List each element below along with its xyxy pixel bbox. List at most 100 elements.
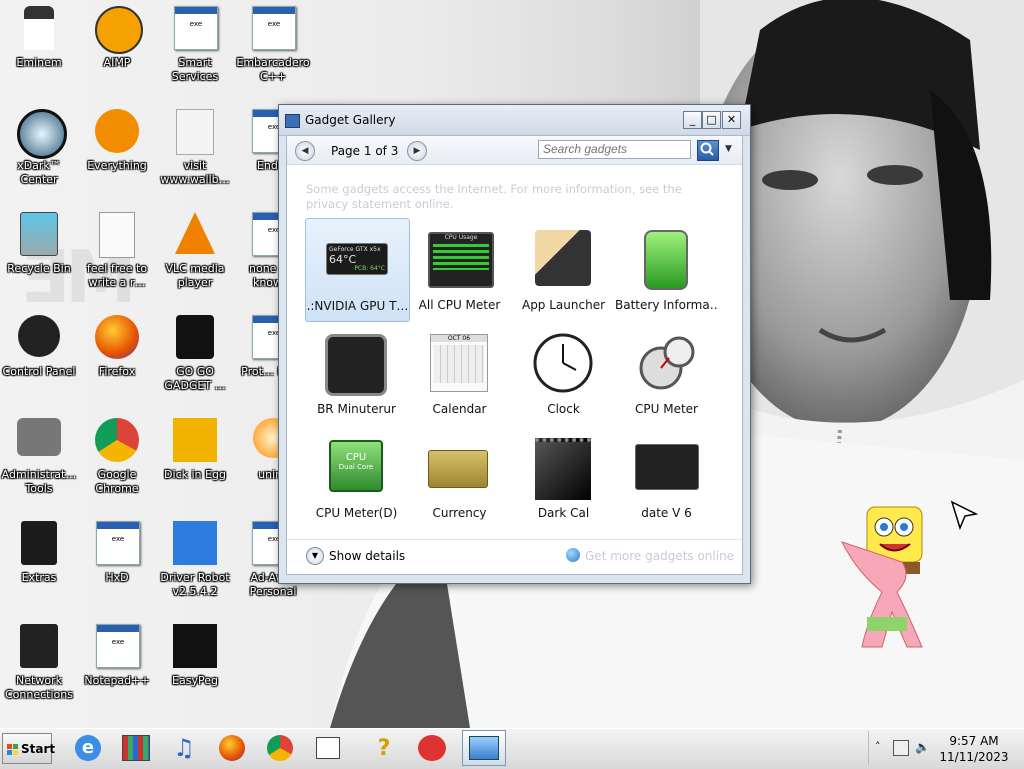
desktop-icon-label: visit www.wallb… [160, 159, 230, 186]
desktop-icon-smart-services[interactable]: exe Smart Services [156, 0, 234, 100]
desktop-icon-go-go-gadget[interactable]: GO GO GADGET … [156, 309, 234, 409]
search-options-dropdown[interactable]: ▼ [725, 144, 732, 154]
control-panel-icon [15, 315, 63, 363]
hxd-icon: exe [93, 521, 141, 569]
taskbar-button-internet-explorer[interactable]: e [66, 730, 110, 766]
previous-page-button[interactable]: ◀ [295, 141, 315, 161]
desktop-icon-recycle-bin[interactable]: Recycle Bin [0, 206, 78, 306]
easypeg-icon [171, 624, 219, 672]
show-details-chevron-icon[interactable]: ▼ [306, 547, 324, 565]
search-icon [700, 142, 714, 156]
spongebob-sticker [841, 506, 923, 648]
extras-icon [15, 521, 63, 569]
gadget-tile[interactable]: GeForce GTX x5x 64°C PCB: 64°C .:NVIDIA GPU… [305, 218, 410, 322]
taskbar-button-chrome[interactable] [258, 730, 302, 766]
gadget-label: Currency [432, 506, 487, 520]
minimize-button[interactable]: _ [683, 111, 702, 129]
gadget-tile[interactable]: Currency [408, 426, 511, 528]
desktop-icon-hxd[interactable]: exe HxD [78, 515, 156, 615]
search-gadgets-input[interactable] [538, 140, 691, 159]
desktop-icon-label: Extras [21, 571, 57, 584]
desktop-icon-embarcadero[interactable]: exe Embarcadero C++ [234, 0, 312, 100]
get-more-gadgets-link[interactable]: Get more gadgets online [585, 549, 734, 563]
desktop-icon-aimp[interactable]: AIMP [78, 0, 156, 100]
next-page-button[interactable]: ▶ [407, 141, 427, 161]
gadget-tile[interactable]: CPU Usage All CPU Meter [408, 218, 511, 320]
desktop-icon-vlc[interactable]: VLC media player [156, 206, 234, 306]
show-hidden-icons-icon[interactable]: ˄ [875, 740, 881, 753]
desktop-icon-control-panel[interactable]: Control Panel [0, 309, 78, 409]
calendar-icon: OCT 06 [428, 332, 490, 392]
gadget-label: CPU Meter(D) [315, 506, 398, 520]
taskbar-button-music-note[interactable]: ♫ [162, 730, 206, 766]
clock-icon [532, 332, 594, 393]
smart-services-icon: exe [171, 6, 219, 54]
clock-time[interactable]: 9:57 AM [943, 734, 1005, 748]
window-title-bar[interactable]: Gadget Gallery _ □ ✕ [279, 105, 750, 136]
desktop-icon-everything[interactable]: Everything [78, 103, 156, 203]
taskbar-button-folder[interactable] [306, 730, 350, 766]
gadget-tile[interactable]: date V 6 [615, 426, 718, 528]
gadget-label: App Launcher [521, 298, 606, 312]
desktop-icon-label: Embarcadero C++ [236, 56, 310, 83]
firefox-icon [93, 315, 141, 363]
taskbar-button-firefox[interactable] [210, 730, 254, 766]
date-widget-icon [635, 436, 699, 496]
clock-date[interactable]: 11/11/2023 [939, 750, 1009, 764]
taskbar: Start e ♫? ˄ 🔈 9:57 AM 11/11/2023 [0, 728, 1024, 769]
taskbar-button-game[interactable] [410, 730, 454, 766]
desktop-icon-xdark-center[interactable]: xDark™ Center [0, 103, 78, 203]
desktop-icon-google-chrome[interactable]: Google Chrome [78, 412, 156, 512]
network-tray-icon[interactable] [893, 740, 909, 756]
aimp-icon [93, 6, 143, 54]
recycle-bin-icon [15, 212, 63, 260]
desktop-icon-driver-robot[interactable]: Driver Robot v2.5.4.2 [156, 515, 234, 615]
gadget-tile[interactable]: Dark Cal [512, 426, 615, 528]
show-details-link[interactable]: Show details [329, 549, 405, 563]
gadget-tile[interactable]: App Launcher [512, 218, 615, 320]
vlc-icon [171, 212, 219, 260]
gadget-tile[interactable]: Clock [512, 322, 615, 424]
gallery-navigation-bar: ◀ Page 1 of 3 ▶ ▼ [287, 136, 742, 165]
internet-explorer-icon: e [75, 735, 101, 761]
gadget-tile[interactable]: Battery Informa… [615, 218, 718, 320]
desktop-icon-label: xDark™ Center [17, 159, 61, 186]
folder-icon [316, 737, 340, 759]
desktop-icon-dick-in-egg[interactable]: Dick in Egg [156, 412, 234, 512]
eminem-icon [15, 6, 63, 54]
taskbar-button-help[interactable]: ? [362, 730, 406, 766]
desktop-icon-extras[interactable]: Extras [0, 515, 78, 615]
desktop-icon-eminem[interactable]: Eminem [0, 0, 78, 100]
desktop-icon-text-file[interactable]: feel free to write a r… [78, 206, 156, 306]
gadget-label: .:NVIDIA GPU T… [306, 299, 409, 313]
firefox-icon [219, 735, 245, 761]
desktop-icon-visit-wallpaper[interactable]: visit www.wallb… [156, 103, 234, 203]
gadget-gallery-taskbar-icon [469, 736, 499, 760]
taskbar-button-archive[interactable] [114, 730, 158, 766]
taskbar-button-gadget-gallery-taskbar[interactable] [462, 730, 506, 766]
search-button[interactable] [697, 140, 719, 161]
gadget-label: Calendar [432, 402, 487, 416]
desktop-icon-label: Google Chrome [95, 468, 139, 495]
dick-in-egg-icon [171, 418, 219, 466]
gadget-tile[interactable]: BR Minuterur [305, 322, 408, 424]
close-button[interactable]: ✕ [722, 111, 741, 129]
start-button[interactable]: Start [2, 733, 56, 764]
desktop-icon-label: Smart Services [171, 56, 219, 83]
desktop-icon-notepad-plus-plus[interactable]: exe Notepad++ [78, 618, 156, 718]
desktop-icon-administrative-tools[interactable]: Administrat… Tools [0, 412, 78, 512]
gadget-label: All CPU Meter [418, 298, 501, 312]
volume-muted-icon[interactable]: 🔈 [915, 740, 930, 754]
desktop-icon-label: Eminem [16, 56, 62, 69]
desktop-icon-network-connections[interactable]: Network Connections [0, 618, 78, 718]
start-label: Start [21, 742, 56, 756]
help-icon: ? [377, 735, 391, 761]
desktop-icon-label: feel free to write a r… [86, 262, 148, 289]
gadget-tile[interactable]: CPU Meter [615, 322, 718, 424]
gadget-tile[interactable]: OCT 06 Calendar [408, 322, 511, 424]
desktop-icon-easypeg[interactable]: EasyPeg [156, 618, 234, 718]
maximize-button[interactable]: □ [702, 111, 721, 129]
gadget-tile[interactable]: CPU Dual Core CPU Meter(D) [305, 426, 408, 528]
gadget-label: BR Minuterur [317, 402, 396, 416]
desktop-icon-firefox[interactable]: Firefox [78, 309, 156, 409]
